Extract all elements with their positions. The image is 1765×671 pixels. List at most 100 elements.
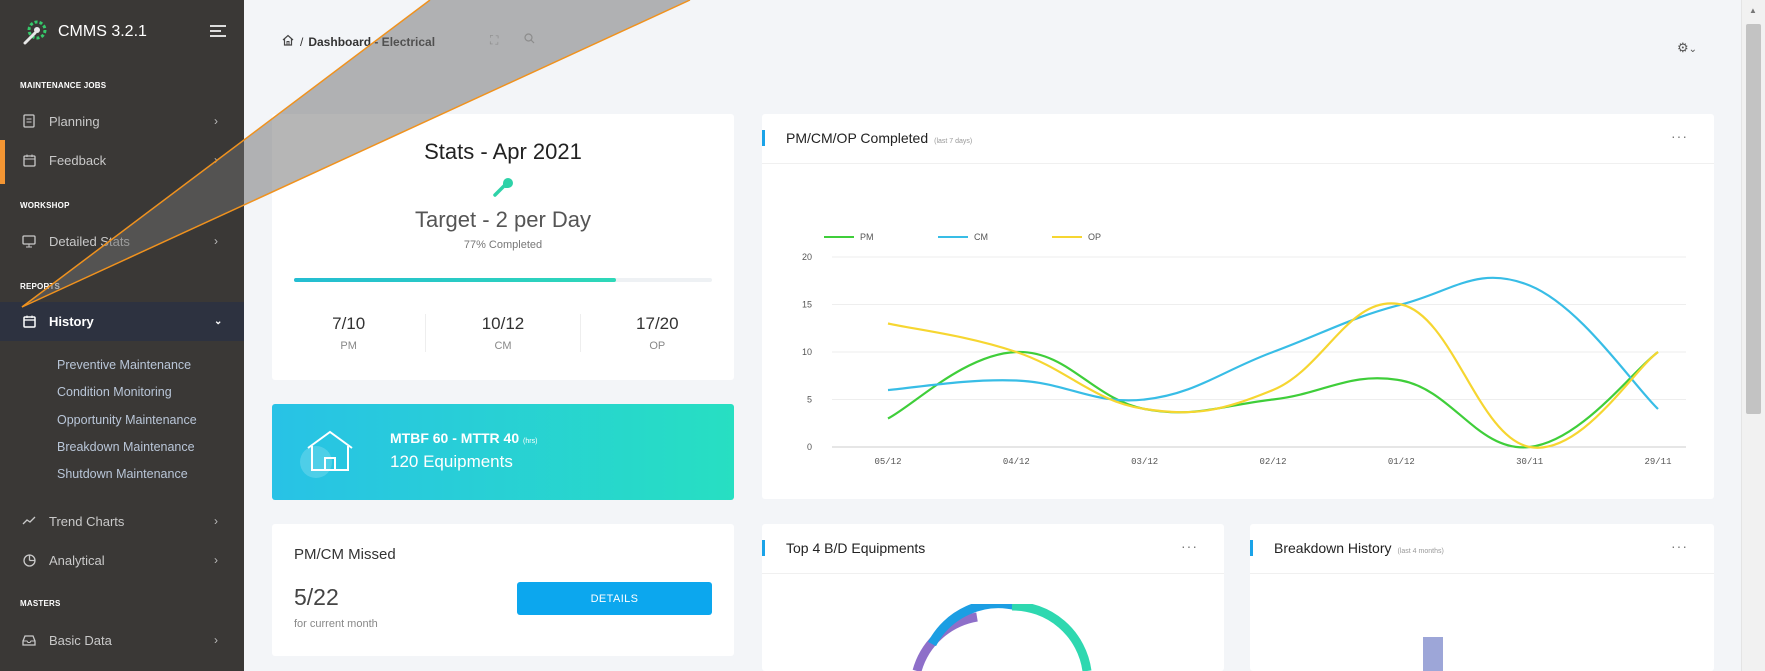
more-options-icon[interactable]: ···: [1181, 538, 1198, 554]
chevron-down-icon: ⌄: [214, 316, 223, 327]
more-options-icon[interactable]: ···: [1671, 128, 1688, 144]
scroll-up-icon[interactable]: ▲: [1749, 6, 1757, 15]
details-button[interactable]: DETAILS: [517, 582, 712, 615]
pie-chart-icon: [22, 553, 36, 567]
chevron-right-icon: ›: [214, 514, 218, 528]
x-tick-label: 05/12: [874, 457, 901, 467]
header-icons: ⛶: [490, 33, 535, 48]
section-masters: MASTERS: [20, 599, 61, 608]
kpi-row: 7/10 PM 10/12 CM 17/20 OP: [272, 314, 734, 352]
wrench-icon: [272, 175, 734, 199]
progress-fill: [294, 278, 616, 282]
section-maintenance-jobs: MAINTENANCE JOBS: [20, 81, 107, 90]
chevron-right-icon: ›: [214, 633, 218, 647]
more-options-icon[interactable]: ···: [1671, 538, 1688, 554]
mtbf-unit: (hrs): [523, 438, 538, 445]
completed-percent: 77% Completed: [463, 239, 543, 251]
missed-value: 5/22: [294, 584, 339, 610]
target-text: Target - 2 per Day: [414, 207, 592, 232]
donut-chart-partial: [912, 604, 1092, 671]
sidebar: CMMS 3.2.1 MAINTENANCE JOBS Planning › F…: [0, 0, 244, 671]
search-icon[interactable]: [524, 33, 535, 47]
card-title-text: Breakdown History: [1274, 540, 1392, 556]
top4-card: Top 4 B/D Equipments ···: [762, 524, 1224, 671]
chevron-right-icon: ›: [214, 114, 218, 128]
home-icon[interactable]: [282, 34, 294, 49]
sidebar-item-feedback[interactable]: Feedback ›: [0, 141, 244, 179]
gear-icon: ⚙: [1677, 40, 1689, 55]
calendar-icon: [22, 153, 36, 167]
kpi-label: OP: [649, 340, 666, 352]
sidebar-item-basic-data[interactable]: Basic Data ›: [0, 621, 244, 659]
house-icon: [300, 430, 353, 478]
sidebar-item-label: Feedback: [49, 152, 107, 168]
trend-line-icon: [22, 514, 36, 528]
sidebar-item-label: Basic Data: [49, 632, 112, 648]
legend-label: OP: [1088, 232, 1101, 242]
missed-subtext: for current month: [294, 618, 378, 630]
sidebar-subitem-shutdown[interactable]: Shutdown Maintenance: [57, 467, 188, 481]
menu-toggle-icon[interactable]: [210, 25, 226, 40]
sidebar-item-label: Detailed Stats: [49, 233, 130, 249]
sidebar-item-planning[interactable]: Planning ›: [0, 102, 244, 140]
chevron-down-icon: ⌄: [1688, 44, 1698, 55]
kpi-label: CM: [494, 340, 512, 352]
accent-bar: [762, 130, 765, 146]
sidebar-item-trend-charts[interactable]: Trend Charts ›: [0, 502, 244, 540]
app-name: CMMS 3.2.1: [58, 23, 147, 40]
inbox-icon: [22, 633, 36, 647]
sidebar-item-detailed-stats[interactable]: Detailed Stats ›: [0, 222, 244, 260]
card-title: Top 4 B/D Equipments: [786, 540, 926, 556]
sidebar-subitem-condition[interactable]: Condition Monitoring: [57, 385, 172, 399]
sidebar-item-label: Analytical: [49, 552, 105, 568]
kpi-label: PM: [340, 340, 357, 352]
card-header: Breakdown History (last 4 months) ···: [1250, 524, 1714, 574]
accent-bar: [1250, 540, 1253, 556]
breadcrumb-separator: /: [300, 34, 304, 49]
fullscreen-icon[interactable]: ⛶: [490, 33, 498, 47]
chevron-right-icon: ›: [214, 234, 218, 248]
chevron-right-icon: ›: [214, 153, 218, 167]
y-tick-label: 15: [802, 300, 812, 310]
x-tick-label: 30/11: [1516, 457, 1543, 467]
sidebar-item-label: Planning: [49, 113, 100, 129]
breadcrumb: / Dashboard - Electrical: [282, 34, 435, 49]
bar-chart-bar: [1423, 637, 1443, 671]
monitor-icon: [22, 234, 36, 248]
chart-title: PM/CM/OP Completed (last 7 days): [786, 130, 972, 146]
y-tick-label: 5: [807, 395, 812, 405]
chevron-right-icon: ›: [214, 553, 218, 567]
x-tick-label: 03/12: [1131, 457, 1158, 467]
card-header: PM/CM/OP Completed (last 7 days) ···: [762, 114, 1714, 164]
kpi-value: 10/12: [481, 314, 525, 333]
sidebar-subitem-breakdown[interactable]: Breakdown Maintenance: [57, 440, 195, 454]
chart-title-text: PM/CM/OP Completed: [786, 130, 929, 146]
settings-dropdown[interactable]: ⚙⌄: [1677, 40, 1697, 56]
mtbf-value: MTBF 60 - MTTR 40: [390, 430, 520, 446]
legend-label: PM: [860, 232, 874, 242]
card-title: Breakdown History (last 4 months): [1274, 540, 1444, 556]
sidebar-subitem-preventive[interactable]: Preventive Maintenance: [57, 358, 191, 372]
breadcrumb-current: Dashboard - Electrical: [308, 34, 436, 49]
sidebar-subitem-opportunity[interactable]: Opportunity Maintenance: [57, 413, 197, 427]
calendar-icon: [22, 315, 36, 329]
brand[interactable]: CMMS 3.2.1: [0, 0, 244, 64]
x-tick-label: 29/11: [1644, 457, 1671, 467]
stats-title: Stats - Apr 2021: [424, 139, 582, 164]
scrollbar[interactable]: ▲: [1741, 0, 1765, 671]
kpi-pm: 7/10 PM: [272, 314, 427, 352]
y-tick-label: 0: [807, 442, 812, 452]
sidebar-item-history[interactable]: History ⌄: [0, 302, 244, 341]
progress-bar: [294, 278, 712, 282]
series-line-op: [887, 302, 1659, 449]
scroll-thumb[interactable]: [1746, 24, 1761, 414]
sidebar-item-analytical[interactable]: Analytical ›: [0, 541, 244, 579]
wrench-gear-logo-icon: [23, 20, 47, 45]
line-chart: 0 5 10 15 20 05/12 04/12 03/12 02/12 01/12 30/11 29…: [802, 232, 1686, 467]
chart-subtitle: (last 7 days): [934, 138, 973, 145]
mtbf-card: MTBF 60 - MTTR 40 (hrs) 120 Equipments: [272, 404, 734, 500]
x-tick-label: 04/12: [1003, 457, 1030, 467]
legend-label: CM: [974, 232, 988, 242]
document-icon: [22, 114, 36, 128]
equipment-count: 120 Equipments: [390, 452, 513, 471]
